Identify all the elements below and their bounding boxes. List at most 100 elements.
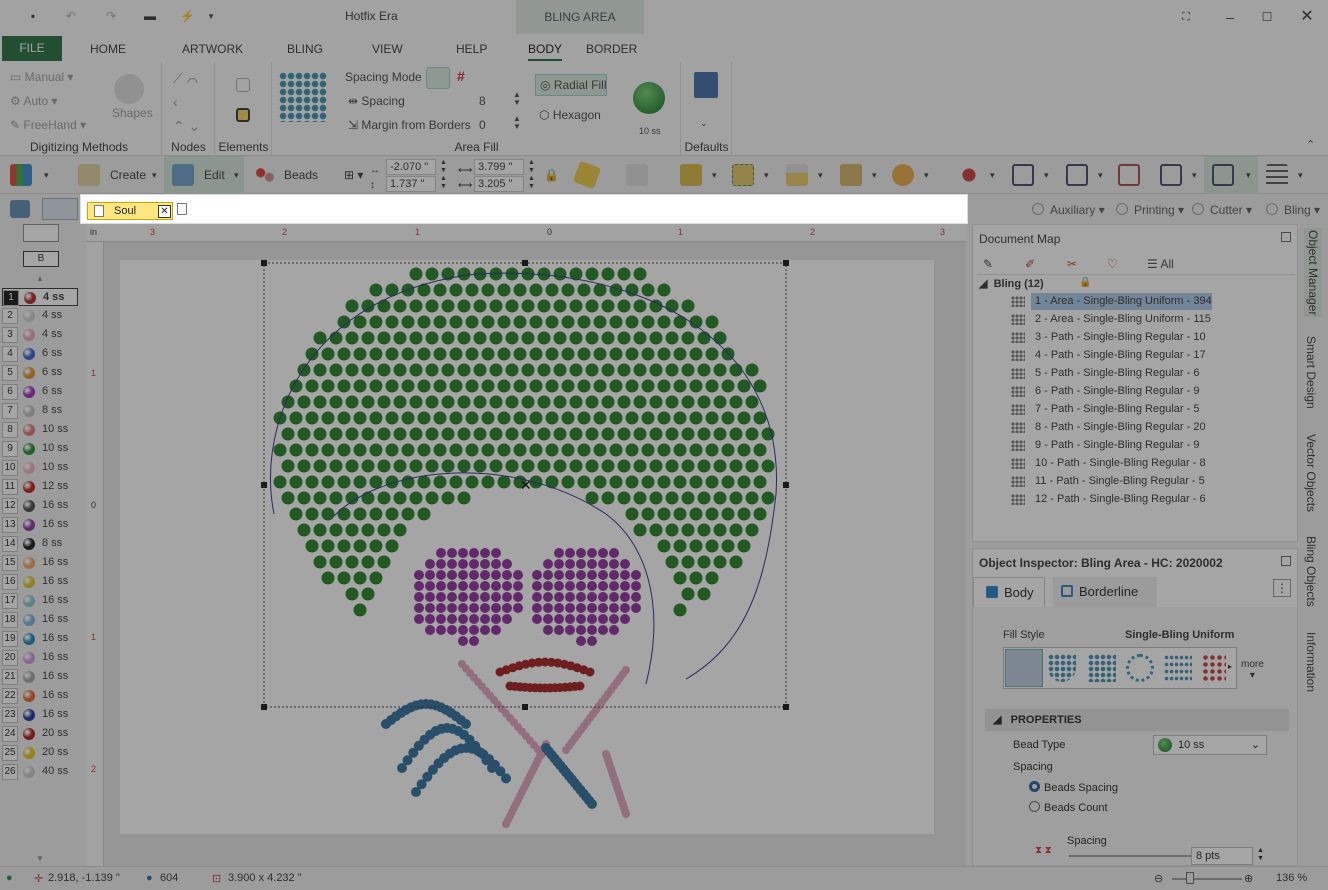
beads-spacing-radio[interactable]: Beads Spacing bbox=[1029, 781, 1118, 794]
tab-view[interactable]: VIEW bbox=[372, 42, 403, 56]
open-folder-icon[interactable]: ▬ bbox=[143, 9, 157, 23]
position-icon[interactable]: ⊞ ▾ bbox=[344, 162, 363, 188]
collapse-ribbon-icon[interactable]: ⌃ bbox=[1306, 138, 1315, 151]
resize-handle[interactable] bbox=[783, 482, 789, 488]
rotate-dropdown-icon[interactable]: ▾ bbox=[924, 162, 929, 188]
margin-value[interactable]: 0 bbox=[479, 118, 486, 132]
palette-item[interactable]: 1 4 ss bbox=[2, 288, 78, 306]
palette-item[interactable]: 5 6 ss bbox=[2, 364, 78, 382]
list-view-dropdown-icon[interactable]: ▾ bbox=[1298, 162, 1303, 188]
zoom-out-icon[interactable]: ⊖ bbox=[1154, 872, 1163, 885]
document-map-item[interactable]: 7 - Path - Single-Bling Regular - 5 bbox=[1011, 401, 1199, 418]
pan-icon[interactable] bbox=[1118, 164, 1140, 186]
bling-group-node[interactable]: ◢ Bling (12) bbox=[979, 277, 1044, 290]
group-lock-icon[interactable]: 🔒 bbox=[1079, 277, 1091, 288]
spacing-slider[interactable] bbox=[1069, 855, 1191, 857]
fill-style-radial[interactable] bbox=[1126, 654, 1154, 682]
object-mode-icon[interactable] bbox=[10, 200, 30, 218]
document-map-item[interactable]: 5 - Path - Single-Bling Regular - 6 bbox=[1011, 365, 1199, 382]
fill-style-more-button[interactable]: more ▾ bbox=[1241, 659, 1264, 681]
beads-button[interactable]: Beads bbox=[284, 162, 318, 188]
palette-item[interactable]: 18 16 ss bbox=[2, 611, 78, 629]
arrange-dropdown-icon[interactable]: ▾ bbox=[712, 162, 717, 188]
bead-color-swatch[interactable] bbox=[633, 82, 665, 114]
brush-filter-icon[interactable]: ✐ bbox=[1025, 257, 1035, 271]
tab-border[interactable]: BORDER bbox=[586, 42, 637, 56]
fill-style-multi[interactable] bbox=[1202, 654, 1226, 682]
palette-item[interactable]: 2 4 ss bbox=[2, 307, 78, 325]
palette-item[interactable]: 6 6 ss bbox=[2, 383, 78, 401]
bead-type-dropdown-icon[interactable]: ⌄ bbox=[1251, 736, 1260, 754]
tab-body-inspector[interactable]: Body bbox=[973, 577, 1045, 607]
palette-toggle-button[interactable]: B bbox=[23, 251, 59, 267]
fill-style-uniform[interactable] bbox=[1005, 649, 1043, 687]
lock-ratio-icon[interactable]: 🔒 bbox=[544, 162, 559, 188]
save-icon[interactable]: ▪ bbox=[26, 9, 40, 23]
palette-scroll-up-icon[interactable]: ▲ bbox=[36, 274, 44, 283]
bling-artwork[interactable]: ✕ bbox=[86, 224, 966, 866]
zoom-slider-thumb[interactable] bbox=[1186, 872, 1194, 884]
properties-header[interactable]: ◢ PROPERTIES bbox=[985, 709, 1289, 731]
document-map-item[interactable]: 8 - Path - Single-Bling Regular - 20 bbox=[1011, 419, 1206, 436]
rotate-icon[interactable] bbox=[892, 164, 914, 186]
palette-item[interactable]: 15 16 ss bbox=[2, 554, 78, 572]
fill-style-grid[interactable] bbox=[1088, 654, 1116, 682]
manual-button[interactable]: ▭ Manual ▾ bbox=[10, 70, 73, 84]
new-document-icon[interactable] bbox=[177, 203, 187, 215]
hair-bead-area[interactable] bbox=[273, 267, 775, 617]
glasses-bead-area[interactable] bbox=[414, 548, 641, 646]
redo-icon[interactable]: ↷ bbox=[104, 9, 118, 23]
hexagon-button[interactable]: ⬡ Hexagon bbox=[539, 108, 601, 122]
zoom-slider[interactable] bbox=[1172, 878, 1242, 880]
palette-item[interactable]: 8 10 ss bbox=[2, 421, 78, 439]
palette-item[interactable]: 17 16 ss bbox=[2, 592, 78, 610]
defaults-save-icon[interactable] bbox=[694, 72, 718, 98]
fill-style-shield[interactable] bbox=[1048, 654, 1076, 682]
document-map-item[interactable]: 6 - Path - Single-Bling Regular - 9 bbox=[1011, 383, 1199, 400]
gallery-next-icon[interactable]: ▸ bbox=[1228, 662, 1232, 671]
fill-icon[interactable] bbox=[572, 160, 602, 190]
node-smooth-icon[interactable]: ⌃ ⌄ bbox=[173, 118, 200, 135]
palette-item[interactable]: 22 16 ss bbox=[2, 687, 78, 705]
zoom-icon[interactable] bbox=[1012, 164, 1034, 186]
document-map-item[interactable]: 11 - Path - Single-Bling Regular - 5 bbox=[1011, 473, 1205, 490]
spacing-value-spinner[interactable]: ▲ ▼ bbox=[1257, 847, 1264, 863]
align-icon[interactable] bbox=[786, 164, 808, 186]
zoom-color-dropdown-icon[interactable]: ▾ bbox=[990, 162, 995, 188]
create-icon[interactable] bbox=[78, 164, 100, 186]
maximize-button[interactable]: ☐ bbox=[1257, 7, 1277, 27]
minimize-button[interactable]: – bbox=[1220, 7, 1240, 27]
zoom-in-icon[interactable]: ⊕ bbox=[1244, 872, 1253, 885]
zoom-fit-icon[interactable] bbox=[1212, 164, 1234, 186]
scissors-filter-icon[interactable]: ✂ bbox=[1067, 257, 1077, 271]
edit-button[interactable]: Edit bbox=[204, 162, 225, 188]
tab-home[interactable]: HOME bbox=[90, 42, 126, 56]
element-picture-icon[interactable] bbox=[236, 108, 250, 122]
color-chart-icon[interactable] bbox=[10, 164, 32, 186]
side-tab-vector-objects[interactable]: Vector Objects bbox=[1304, 434, 1318, 512]
transform-icon[interactable] bbox=[840, 164, 862, 186]
side-tab-smart-design[interactable]: Smart Design bbox=[1304, 336, 1318, 409]
spacing-value[interactable]: 8 bbox=[479, 94, 486, 108]
palette-item[interactable]: 13 16 ss bbox=[2, 516, 78, 534]
palette-item[interactable]: 7 8 ss bbox=[2, 402, 78, 420]
color-chart-dropdown-icon[interactable]: ▾ bbox=[44, 162, 49, 188]
fullscreen-icon[interactable]: ⛶ bbox=[1176, 7, 1196, 27]
palette-item[interactable]: 23 16 ss bbox=[2, 706, 78, 724]
palette-list-icon[interactable] bbox=[23, 224, 59, 242]
panel-pin-icon[interactable] bbox=[1281, 232, 1291, 242]
height-input[interactable]: 3.205 " bbox=[474, 176, 524, 192]
element-frame-icon[interactable] bbox=[236, 78, 250, 92]
resize-handle[interactable] bbox=[783, 704, 789, 710]
tab-body[interactable]: BODY bbox=[528, 42, 563, 61]
bead-fill-icon[interactable] bbox=[279, 72, 327, 122]
node-corner-icon[interactable]: ‹ bbox=[173, 94, 178, 110]
filter-printing[interactable]: Printing ▾ bbox=[1116, 203, 1184, 217]
center-marker-icon[interactable]: ✕ bbox=[520, 478, 532, 494]
palette-item[interactable]: 12 16 ss bbox=[2, 497, 78, 515]
bling-mode-icon[interactable] bbox=[42, 198, 78, 220]
group-dropdown-icon[interactable]: ▾ bbox=[764, 162, 769, 188]
fill-style-scatter[interactable] bbox=[1164, 654, 1192, 682]
group-icon[interactable] bbox=[732, 164, 754, 186]
tab-bling[interactable]: BLING bbox=[287, 42, 323, 56]
